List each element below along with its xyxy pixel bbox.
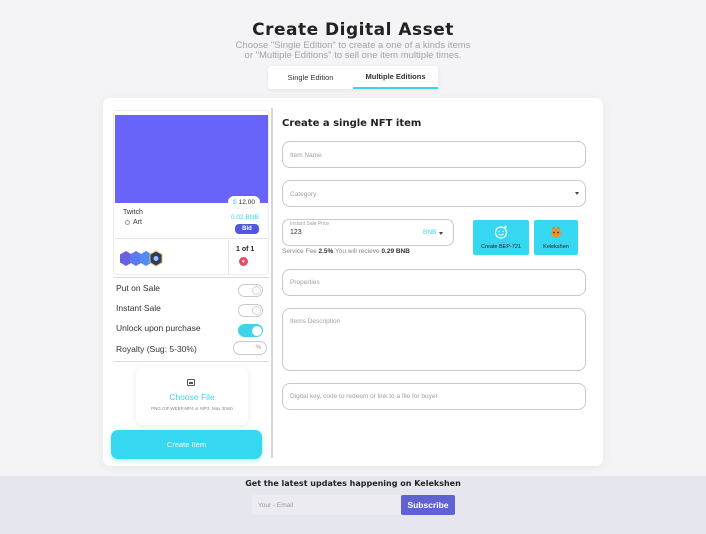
item-name-placeholder: Item Name	[290, 152, 322, 159]
chevron-down-icon	[439, 232, 443, 235]
preview-category-label: Art	[133, 219, 142, 226]
toggle-knob	[252, 326, 262, 336]
description-placeholder: Items Description	[290, 318, 341, 325]
upload-divider	[113, 361, 269, 362]
unlockable-placeholder: Digital key, code to redeem or link to a…	[290, 393, 438, 400]
royalty-input[interactable]: %	[233, 341, 267, 355]
create-bep721-button[interactable]: Create BEP-721	[473, 220, 529, 255]
edition-tabs: Single Edition Multiple Editions	[268, 66, 438, 89]
preview-divider	[115, 238, 268, 239]
form-title: Create a single NFT item	[282, 118, 422, 129]
fee-middle: You will recieve	[335, 248, 380, 255]
item-name-field[interactable]: Item Name	[282, 141, 586, 168]
tab-multiple-editions[interactable]: Multiple Editions	[353, 66, 438, 89]
royalty-label: Royalty (Sug: 5-30%)	[116, 344, 197, 354]
create-item-button[interactable]: Create Item	[111, 430, 262, 459]
preview-name: Twitch	[123, 209, 143, 216]
unlock-toggle[interactable]	[238, 324, 263, 337]
properties-placeholder: Properties	[290, 279, 320, 286]
smiley-plus-icon	[494, 225, 508, 239]
category-placeholder: Category	[290, 191, 317, 198]
instant-sale-toggle[interactable]	[238, 304, 263, 317]
subtitle-line-2: or "Multiple Editions" to sell one item …	[244, 50, 462, 61]
royalty-unit: %	[255, 345, 261, 351]
currency-select[interactable]: BNB	[423, 229, 436, 236]
file-upload[interactable]: Choose File PNG,GIF,WEBP,MP4 or MP3. Max…	[136, 367, 248, 425]
heart-icon[interactable]: ♥	[239, 257, 248, 266]
service-fee-text: Service Fee 2.5% You will recieve 0.29 B…	[282, 248, 410, 255]
newsletter-title: Get the latest updates happening on Kele…	[245, 479, 461, 488]
collection-avatar-icon	[551, 226, 561, 238]
unlock-label: Unlock upon purchase	[116, 323, 201, 333]
kelekshen-collection-button[interactable]: Kelekshen	[534, 220, 578, 255]
page-subtitle: Choose "Single Edition" to create a one …	[0, 41, 706, 61]
kelekshen-label: Kelekshen	[543, 244, 569, 250]
chevron-down-icon	[575, 192, 579, 195]
unlockable-content-field[interactable]: Digital key, code to redeem or link to a…	[282, 383, 586, 410]
tab-single-edition[interactable]: Single Edition	[268, 66, 353, 89]
price-field-label: Instant Sale Price	[290, 221, 330, 227]
price-currency: $	[233, 198, 237, 206]
subscribe-button[interactable]: Subscribe	[401, 495, 455, 515]
email-input[interactable]: Your - Email	[252, 495, 402, 515]
category-dot-icon	[125, 220, 130, 225]
nft-preview-card: $ 12.00 Twitch Art 0.02 BNB Bid 1 of 1 ♥	[113, 110, 269, 275]
put-on-sale-label: Put on Sale	[116, 283, 160, 293]
toggle-knob	[252, 286, 261, 295]
instant-sale-label: Instant Sale	[116, 303, 161, 313]
page-title: Create Digital Asset	[252, 20, 454, 40]
owner-avatars-icon	[120, 250, 163, 267]
preview-category: Art	[125, 219, 142, 226]
category-select[interactable]: Category	[282, 180, 586, 207]
email-placeholder: Your - Email	[258, 501, 294, 509]
column-divider	[271, 108, 273, 458]
toggle-knob	[252, 306, 261, 315]
edition-count: 1 of 1	[236, 246, 255, 253]
image-icon	[187, 379, 195, 386]
create-bep721-label: Create BEP-721	[480, 244, 522, 250]
price-field-value: 123	[290, 229, 302, 236]
fee-prefix: Service Fee	[282, 248, 317, 255]
properties-field[interactable]: Properties	[282, 269, 586, 296]
bid-button[interactable]: Bid	[235, 224, 259, 234]
options-divider	[113, 277, 269, 278]
put-on-sale-toggle[interactable]	[238, 284, 263, 297]
preview-vertical-divider	[228, 240, 229, 274]
price-badge: $ 12.00	[228, 196, 260, 208]
description-field[interactable]: Items Description	[282, 308, 586, 371]
price-value: 12.00	[238, 198, 255, 206]
fee-percent: 2.5%	[318, 248, 334, 255]
upload-formats: PNG,GIF,WEBP,MP4 or MP3. Max 30mb	[151, 406, 233, 411]
instant-sale-price-field[interactable]: Instant Sale Price 123 BNB	[282, 219, 454, 246]
preview-image	[115, 115, 268, 203]
fee-amount: 0.29 BNB	[381, 248, 410, 255]
choose-file-label[interactable]: Choose File	[136, 392, 248, 402]
preview-bnb-price: 0.02 BNB	[231, 214, 259, 221]
